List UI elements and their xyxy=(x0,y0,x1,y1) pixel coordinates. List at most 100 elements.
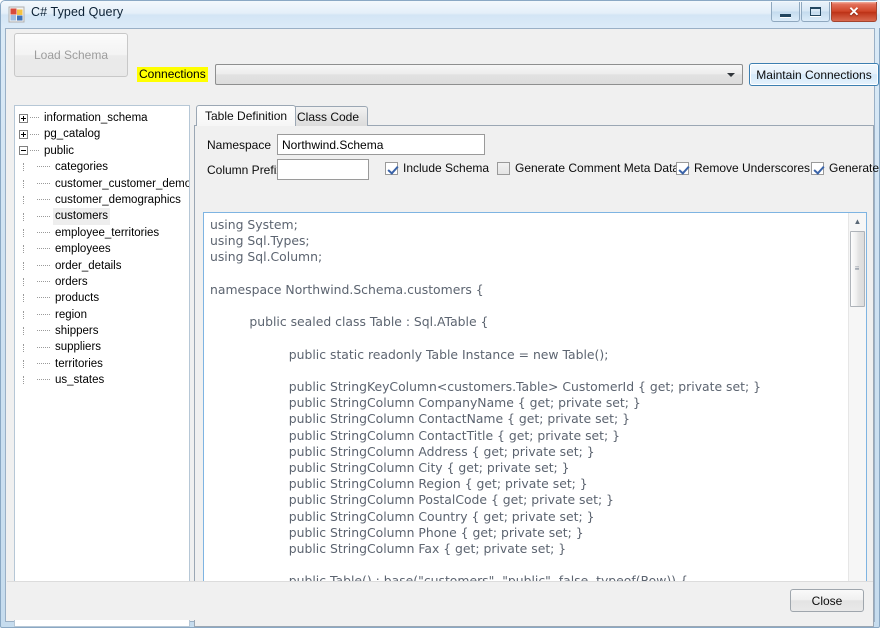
tree-connector xyxy=(37,363,50,365)
app-icon xyxy=(8,6,25,23)
tree-connector xyxy=(30,149,39,152)
main-panel: Table Definition Class Code Namespace Co… xyxy=(194,105,879,627)
tree-connector xyxy=(37,297,50,299)
tree-connector xyxy=(37,264,50,267)
checkbox-icon xyxy=(811,161,824,175)
tree-connector xyxy=(37,215,50,218)
tree-connector xyxy=(37,346,50,349)
tree-item-categories[interactable]: categories xyxy=(19,159,189,175)
tree-item-customer-customer-demo[interactable]: customer_customer_demo xyxy=(19,176,189,192)
tree-item-employees[interactable]: employees xyxy=(19,241,189,257)
tree-item-region[interactable]: region xyxy=(19,307,189,323)
tree-item-label: public xyxy=(44,144,75,157)
tree-connector xyxy=(30,117,39,119)
tree-item-order-details[interactable]: order_details xyxy=(19,258,189,274)
tree-item-customers[interactable]: customers xyxy=(19,208,189,225)
tree-connector xyxy=(37,313,50,316)
tree-item-label: customers xyxy=(53,208,111,225)
maintain-connections-button[interactable]: Maintain Connections xyxy=(749,63,879,86)
generated-code-panel[interactable]: using System; using Sql.Types; using Sql… xyxy=(203,212,867,619)
tree-connector xyxy=(37,166,50,168)
schema-tree-panel[interactable]: information_schema pg_catalogpublic catego… xyxy=(14,105,190,627)
code-vertical-scrollbar[interactable]: ▲ ≡ ▼ xyxy=(848,213,866,601)
maximize-icon xyxy=(802,2,829,21)
connections-combobox[interactable] xyxy=(215,64,743,85)
tree-connector xyxy=(30,133,39,136)
checkbox-label: Generate Comment Meta Data xyxy=(515,161,680,175)
checkbox-icon xyxy=(385,161,398,175)
tree-item-label: order_details xyxy=(55,259,122,272)
checkbox-generate-comment-meta-data[interactable]: Generate Comment Meta Data xyxy=(497,161,679,175)
expand-icon[interactable] xyxy=(19,113,28,123)
caption-buttons: ✕ xyxy=(770,2,877,22)
tree-item-label: employees xyxy=(55,243,111,256)
tree-item-label: region xyxy=(55,308,87,321)
maximize-button[interactable] xyxy=(801,2,830,22)
tree-item-us-states[interactable]: us_states xyxy=(19,372,189,388)
expand-icon[interactable] xyxy=(19,130,28,140)
close-button[interactable]: Close xyxy=(790,589,864,612)
tree-item-pg-catalog[interactable]: pg_catalog xyxy=(19,126,189,142)
tree-item-label: products xyxy=(55,292,100,305)
schema-tree: information_schema pg_catalogpublic catego… xyxy=(15,106,189,389)
tree-item-information-schema[interactable]: information_schema xyxy=(19,110,189,126)
tree-item-label: shippers xyxy=(55,325,99,338)
checkbox-include-schema[interactable]: Include Schema xyxy=(385,161,489,175)
tree-item-label: suppliers xyxy=(55,341,102,354)
tree-connector xyxy=(37,199,50,201)
tree-item-public[interactable]: public xyxy=(19,143,189,159)
tree-connector xyxy=(37,330,50,332)
namespace-label: Namespace xyxy=(207,138,272,152)
grip-icon: ≡ xyxy=(854,264,861,273)
close-icon: ✕ xyxy=(848,3,860,19)
tree-item-label: us_states xyxy=(55,374,105,387)
scroll-up-icon[interactable]: ▲ xyxy=(849,213,866,230)
vertical-scroll-thumb[interactable]: ≡ xyxy=(850,231,865,307)
tree-connector xyxy=(37,379,50,381)
close-window-button[interactable]: ✕ xyxy=(831,2,877,22)
tree-item-label: territories xyxy=(55,357,103,370)
namespace-row: Namespace xyxy=(207,138,271,152)
tab-page-table-definition: Namespace Column Prefix Include Schema G… xyxy=(194,125,879,627)
checkbox-icon xyxy=(676,161,689,175)
chevron-down-icon xyxy=(727,73,735,77)
tab-table-definition[interactable]: Table Definition xyxy=(196,105,297,126)
window-title: C# Typed Query xyxy=(31,5,124,19)
tree-item-employee-territories[interactable]: employee_territories xyxy=(19,225,189,241)
column-prefix-row: Column Prefix xyxy=(207,163,282,177)
tree-item-orders[interactable]: orders xyxy=(19,274,189,290)
tree-item-label: categories xyxy=(55,161,109,174)
tree-connector xyxy=(37,182,50,185)
collapse-icon[interactable] xyxy=(19,146,28,156)
minimize-button[interactable] xyxy=(771,2,800,22)
tree-item-territories[interactable]: territories xyxy=(19,356,189,372)
tree-item-suppliers[interactable]: suppliers xyxy=(19,339,189,355)
client-area: Load Schema Connections Maintain Connect… xyxy=(5,28,879,627)
checkbox-label: Include Schema xyxy=(403,161,490,175)
tab-class-code[interactable]: Class Code xyxy=(288,106,369,126)
tab-strip: Table Definition Class Code xyxy=(194,105,874,126)
tree-item-label: pg_catalog xyxy=(44,128,101,141)
tree-item-label: customer_demographics xyxy=(55,193,181,206)
tree-item-customer-demographics[interactable]: customer_demographics xyxy=(19,192,189,208)
tree-item-label: employee_territories xyxy=(55,226,160,239)
application-window: C# Typed Query ✕ Load Schema Connections… xyxy=(0,0,880,628)
tree-connector xyxy=(37,231,50,234)
column-prefix-input[interactable] xyxy=(277,159,369,180)
tree-item-products[interactable]: products xyxy=(19,290,189,306)
checkbox-label: Remove Underscores xyxy=(694,161,811,175)
tree-item-label: orders xyxy=(55,275,88,288)
tree-connector xyxy=(37,248,50,250)
checkbox-label: Generate xyxy=(829,161,880,175)
tree-item-label: customer_customer_demo xyxy=(55,177,190,190)
checkbox-icon xyxy=(497,161,510,175)
title-bar: C# Typed Query ✕ xyxy=(1,1,880,28)
checkbox-remove-underscores[interactable]: Remove Underscores xyxy=(676,161,810,175)
checkbox-generate[interactable]: Generate xyxy=(811,161,879,175)
column-prefix-label: Column Prefix xyxy=(207,163,283,177)
load-schema-button[interactable]: Load Schema xyxy=(14,33,128,77)
tree-item-shippers[interactable]: shippers xyxy=(19,323,189,339)
namespace-input[interactable] xyxy=(277,134,485,155)
minimize-icon xyxy=(772,2,799,21)
connections-label: Connections xyxy=(137,67,208,82)
